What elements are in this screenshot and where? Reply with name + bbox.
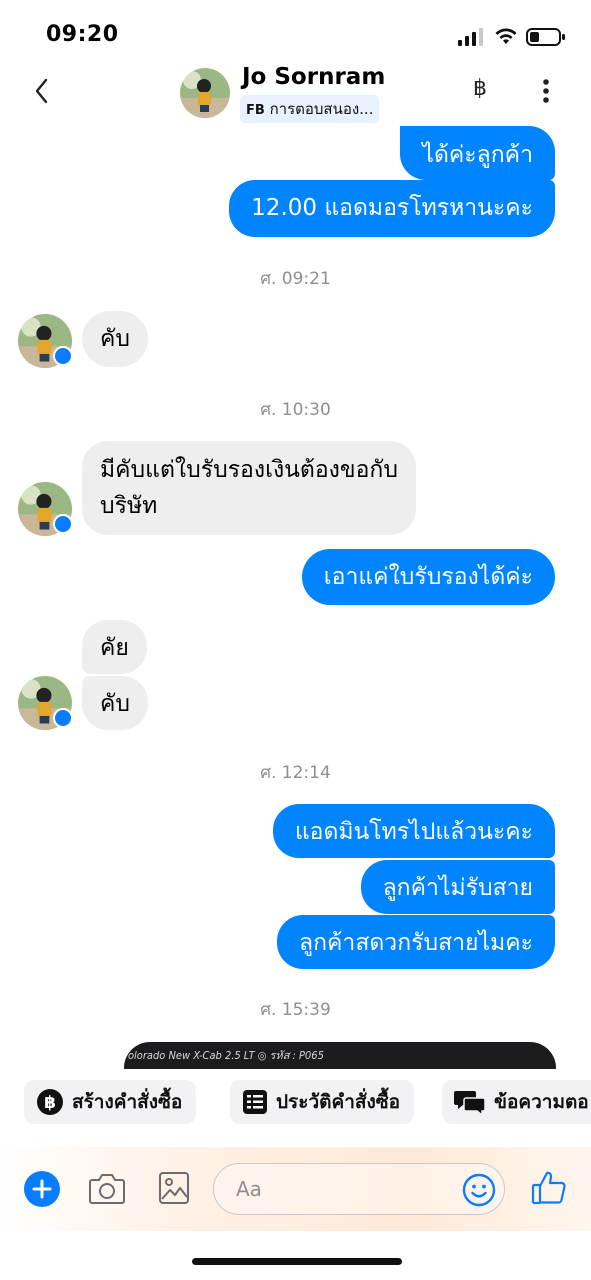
message-outgoing[interactable]: 12.00 แอดมอรโทรหานะคะ <box>229 180 555 237</box>
message-text: คัย <box>100 635 129 661</box>
create-order-label: สร้างคำสั่งซื้อ <box>72 1091 183 1113</box>
messenger-badge-icon <box>53 346 73 366</box>
image-caption: olorado New X-Cab 2.5 LT ◎ รหัส : P065 <box>128 1049 324 1062</box>
avatar-photo-icon <box>180 68 230 118</box>
wifi-icon <box>495 28 517 44</box>
source-tag: FB <box>246 103 265 118</box>
contact-name[interactable]: Jo Sornram <box>242 64 385 90</box>
message-outgoing[interactable]: ลูกค้าไม่รับสาย <box>360 860 555 914</box>
list-icon <box>243 1090 267 1114</box>
message-text-line2: บริษัท <box>100 493 158 519</box>
battery-icon <box>526 28 565 46</box>
image-message-preview[interactable]: olorado New X-Cab 2.5 LT ◎ รหัส : P065 <box>124 1042 556 1069</box>
message-text: แอดมินโทรไปแล้วนะคะ <box>294 819 533 845</box>
quick-actions-bar: ฿ สร้างคำสั่งซื้อ ประวัติคำสั่งซื้อ ข้อค… <box>0 1074 591 1130</box>
create-order-button[interactable]: ฿ สร้างคำสั่งซื้อ <box>24 1080 197 1124</box>
message-text: ได้ค่ะลูกค้า <box>422 142 533 168</box>
messenger-badge-icon <box>53 708 73 728</box>
message-incoming[interactable]: มีคับแต่ใบรับรองเงินต้องขอกับ บริษัท <box>82 441 416 535</box>
contact-avatar[interactable] <box>180 68 230 118</box>
message-text: เอาแค่ใบรับรองได้ค่ะ <box>323 564 533 590</box>
message-outgoing[interactable]: เอาแค่ใบรับรองได้ค่ะ <box>301 549 555 605</box>
message-text: มีคับแต่ใบรับรองเงินต้องขอกับ <box>100 457 398 483</box>
plus-icon <box>32 1179 52 1199</box>
emoji-icon[interactable] <box>462 1173 496 1207</box>
add-attachment-button[interactable] <box>24 1171 60 1207</box>
timestamp: ศ. 10:30 <box>260 400 331 420</box>
source-chip[interactable]: FB การตอบสนอง... <box>240 95 380 123</box>
svg-text:฿: ฿ <box>44 1093 56 1113</box>
message-incoming[interactable]: คับ <box>82 311 148 367</box>
message-input-placeholder: Aa <box>236 1177 262 1201</box>
order-history-button[interactable]: ประวัติคำสั่งซื้อ <box>230 1080 415 1124</box>
timestamp: ศ. 15:39 <box>260 1000 331 1020</box>
more-options-icon[interactable] <box>534 76 558 106</box>
baht-icon[interactable]: ฿ <box>466 74 494 104</box>
message-composer: Aa <box>0 1147 591 1231</box>
message-text: ลูกค้าไม่รับสาย <box>382 875 533 901</box>
order-history-label: ประวัติคำสั่งซื้อ <box>276 1091 401 1113</box>
message-outgoing[interactable]: ได้ค่ะลูกค้า <box>400 126 555 180</box>
baht-circle-icon: ฿ <box>37 1089 63 1115</box>
message-incoming[interactable]: คับ <box>82 676 148 730</box>
message-text: 12.00 แอดมอรโทรหานะคะ <box>251 195 533 221</box>
saved-replies-label: ข้อความตอ <box>494 1091 589 1113</box>
message-text: คับ <box>100 691 130 717</box>
home-indicator[interactable] <box>192 1258 402 1265</box>
chat-header: Jo Sornram FB การตอบสนอง... ฿ <box>0 62 591 124</box>
timestamp: ศ. 12:14 <box>260 763 331 783</box>
status-bar: 09:20 <box>0 0 591 66</box>
message-input[interactable]: Aa <box>213 1163 505 1215</box>
status-time: 09:20 <box>46 22 119 47</box>
source-text: การตอบสนอง... <box>269 100 374 118</box>
back-arrow-icon[interactable] <box>30 76 54 106</box>
message-text: คับ <box>100 326 130 352</box>
message-outgoing[interactable]: ลูกค้าสดวกรับสายไมคะ <box>277 915 555 969</box>
message-text: ลูกค้าสดวกรับสายไมคะ <box>299 930 533 956</box>
chat-bubbles-icon <box>454 1091 486 1116</box>
camera-icon[interactable] <box>88 1170 126 1206</box>
message-outgoing[interactable]: แอดมินโทรไปแล้วนะคะ <box>272 804 555 858</box>
gallery-icon[interactable] <box>158 1171 190 1205</box>
message-incoming[interactable]: คัย <box>82 620 147 674</box>
message-list[interactable]: ได้ค่ะลูกค้า 12.00 แอดมอรโทรหานะคะ ศ. 09… <box>0 124 591 1069</box>
timestamp: ศ. 09:21 <box>260 269 331 289</box>
saved-replies-button[interactable]: ข้อความตอ <box>442 1080 591 1124</box>
cellular-signal-icon <box>458 28 483 46</box>
thumbs-up-icon[interactable] <box>530 1169 568 1207</box>
messenger-badge-icon <box>53 514 73 534</box>
